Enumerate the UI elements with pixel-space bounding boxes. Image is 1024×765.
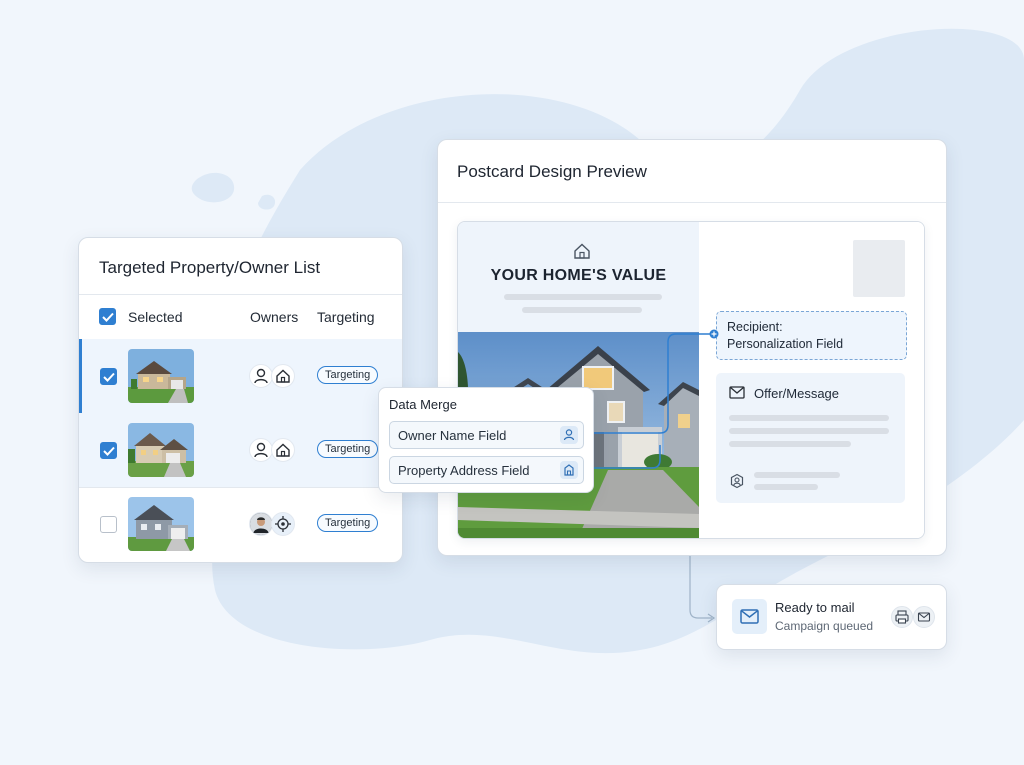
data-merge-panel: Data Merge Owner Name Field Property Add… [378,387,594,493]
person-icon [560,426,578,444]
status-subtitle: Campaign queued [775,619,874,633]
merge-title: Data Merge [389,397,457,412]
status-title: Ready to mail [775,600,855,615]
property-address-field[interactable]: Property Address Field [389,456,584,484]
building-icon [560,461,578,479]
owner-name-field[interactable]: Owner Name Field [389,421,584,449]
merge-connector-lines [582,329,719,469]
mail-icon[interactable] [913,606,935,628]
mail-icon [732,599,767,634]
printer-icon[interactable] [891,606,913,628]
ready-to-mail-panel[interactable]: Ready to mail Campaign queued [716,584,947,650]
field-label: Property Address Field [398,463,530,478]
field-label: Owner Name Field [398,428,507,443]
